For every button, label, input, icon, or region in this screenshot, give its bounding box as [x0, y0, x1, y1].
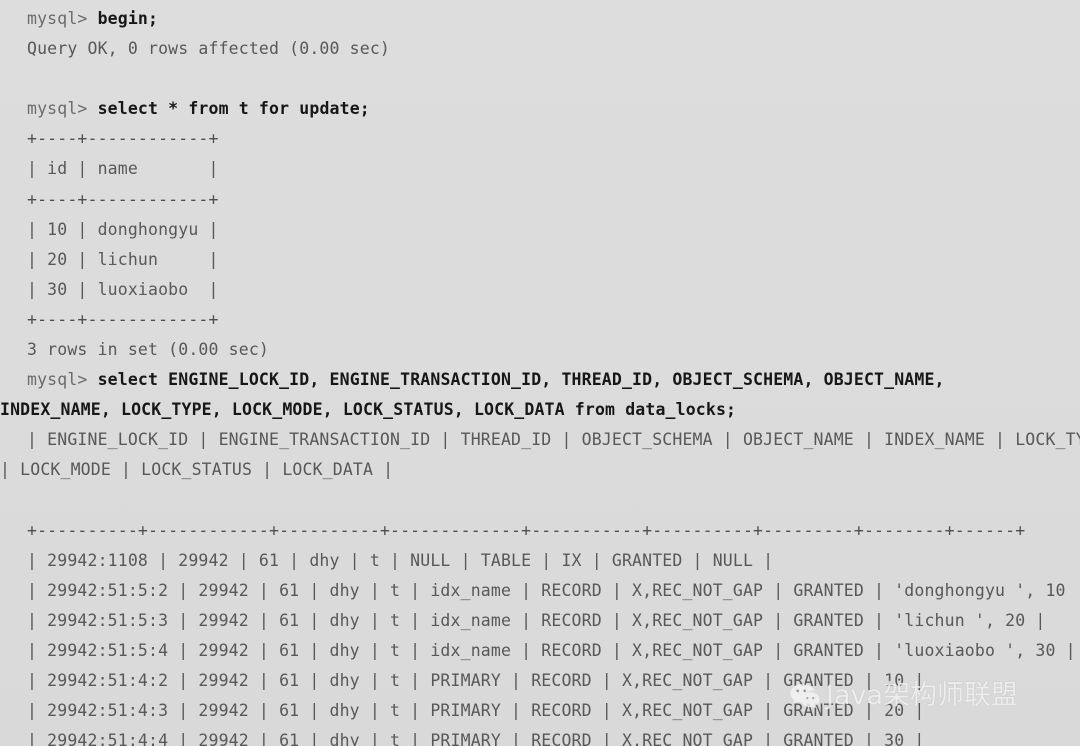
sql-statement: select ENGINE_LOCK_ID, ENGINE_TRANSACTIO… [97, 370, 945, 390]
output-text: | 20 | lichun | [27, 249, 219, 269]
mysql-prompt: mysql> [27, 99, 98, 119]
terminal-command-line: INDEX_NAME, LOCK_TYPE, LOCK_MODE, LOCK_S… [0, 395, 1080, 425]
mysql-prompt: mysql> [27, 9, 98, 28]
terminal-output-line: Query OK, 0 rows affected (0.00 sec) [0, 34, 1080, 64]
table-rule-text: +----+------------+ [27, 189, 219, 209]
output-text: | 10 | donghongyu | [27, 219, 219, 239]
table-rule-text: +----+------------+ [27, 309, 219, 329]
terminal-output-line: | 20 | lichun | [0, 245, 1080, 275]
terminal-output-area[interactable]: mysql> begin; Query OK, 0 rows affected (… [0, 4, 1080, 746]
output-text: | 29942:51:4:4 | 29942 | 61 | dhy | t | … [27, 731, 925, 746]
output-text: | 29942:51:5:4 | 29942 | 61 | dhy | t | … [27, 640, 1076, 660]
mysql-prompt: mysql> [27, 370, 98, 390]
output-text: | 29942:51:5:2 | 29942 | 61 | dhy | t | … [27, 580, 1080, 600]
sql-statement: INDEX_NAME, LOCK_TYPE, LOCK_MODE, LOCK_S… [0, 400, 737, 420]
terminal-output-line: | 29942:51:4:3 | 29942 | 61 | dhy | t | … [0, 696, 1080, 726]
table-rule-line: +----+------------+ [0, 185, 1080, 215]
output-text: | 29942:51:5:3 | 29942 | 61 | dhy | t | … [27, 610, 1046, 630]
output-text: Query OK, 0 rows affected (0.00 sec) [27, 39, 391, 59]
terminal-output-line: | 10 | donghongyu | [0, 215, 1080, 245]
output-text: | 29942:51:4:2 | 29942 | 61 | dhy | t | … [27, 671, 925, 691]
table-rule-text: +----------+------------+----------+----… [27, 520, 1026, 540]
terminal-output-line: | id | name | [0, 154, 1080, 184]
output-text: | 29942:1108 | 29942 | 61 | dhy | t | NU… [27, 550, 774, 570]
terminal-output-line: 3 rows in set (0.00 sec) [0, 335, 1080, 365]
terminal-output-line: | 29942:1108 | 29942 | 61 | dhy | t | NU… [0, 546, 1080, 576]
terminal-output-line: | 29942:51:4:2 | 29942 | 61 | dhy | t | … [0, 666, 1080, 696]
table-rule-line: +----+------------+ [0, 124, 1080, 154]
terminal-output-line: | 29942:51:5:4 | 29942 | 61 | dhy | t | … [0, 636, 1080, 666]
output-text: | 29942:51:4:3 | 29942 | 61 | dhy | t | … [27, 701, 925, 721]
output-text: | ENGINE_LOCK_ID | ENGINE_TRANSACTION_ID… [27, 430, 1080, 450]
sql-statement: select * from t for update; [97, 99, 370, 119]
blank-line [0, 486, 1080, 516]
output-text: | id | name | [27, 159, 219, 179]
terminal-output-line: | LOCK_MODE | LOCK_STATUS | LOCK_DATA | [0, 455, 1080, 485]
table-rule-text: +----+------------+ [27, 129, 219, 149]
blank-line [0, 64, 1080, 94]
terminal-output-line: | 29942:51:4:4 | 29942 | 61 | dhy | t | … [0, 726, 1080, 746]
sql-statement: begin; [97, 9, 159, 28]
output-text: | 30 | luoxiaobo | [27, 279, 219, 299]
table-rule-line: +----------+------------+----------+----… [0, 516, 1080, 546]
output-text: | LOCK_MODE | LOCK_STATUS | LOCK_DATA | [0, 460, 394, 480]
table-rule-line: +----+------------+ [0, 305, 1080, 335]
output-text: 3 rows in set (0.00 sec) [27, 340, 270, 360]
terminal-output-line: | 29942:51:5:3 | 29942 | 61 | dhy | t | … [0, 606, 1080, 636]
terminal-output-line: | ENGINE_LOCK_ID | ENGINE_TRANSACTION_ID… [0, 425, 1080, 455]
terminal-window[interactable]: mysql> begin; Query OK, 0 rows affected (… [0, 0, 1080, 746]
terminal-output-line: | 29942:51:5:2 | 29942 | 61 | dhy | t | … [0, 576, 1080, 606]
terminal-command-line: mysql> begin; [0, 4, 1080, 34]
terminal-output-line: | 30 | luoxiaobo | [0, 275, 1080, 305]
terminal-command-line: mysql> select ENGINE_LOCK_ID, ENGINE_TRA… [0, 365, 1080, 395]
terminal-command-line: mysql> select * from t for update; [0, 94, 1080, 124]
